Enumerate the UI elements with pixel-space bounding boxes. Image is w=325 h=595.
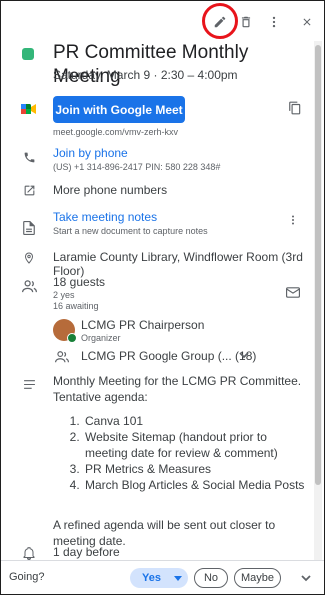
rsvp-maybe-label: Maybe xyxy=(240,572,275,584)
close-icon xyxy=(303,18,311,26)
rsvp-expand-icon[interactable] xyxy=(300,572,312,584)
event-toolbar xyxy=(1,1,324,41)
join-google-meet-button[interactable]: Join with Google Meet xyxy=(53,96,185,123)
location-pin-icon xyxy=(20,249,38,267)
join-by-phone-link[interactable]: Join by phone xyxy=(53,146,310,160)
more-options-button[interactable] xyxy=(264,12,284,32)
calendar-color-swatch xyxy=(22,48,34,60)
guests-awaiting: 16 awaiting xyxy=(53,301,99,311)
notes-more-icon[interactable] xyxy=(284,211,302,229)
phone-detail: (US) +1 314-896-2417 PIN: 580 228 348# xyxy=(53,162,221,172)
edit-event-button[interactable] xyxy=(210,12,230,32)
rsvp-footer: Going? Yes No Maybe xyxy=(1,560,324,594)
delete-event-button[interactable] xyxy=(236,12,256,32)
copy-icon[interactable] xyxy=(286,99,304,117)
accepted-check-icon xyxy=(67,333,77,343)
pencil-icon xyxy=(214,16,226,28)
external-link-icon xyxy=(20,181,38,199)
scrollbar-thumb[interactable] xyxy=(315,45,321,485)
event-details-panel: PR Committee Monthly Meeting Saturday, M… xyxy=(0,0,325,595)
guest-group[interactable]: LCMG PR Google Group (... (18) xyxy=(81,349,256,363)
rsvp-no-label: No xyxy=(203,572,219,584)
trash-icon xyxy=(241,16,251,28)
notes-detail: Start a new document to capture notes xyxy=(53,226,208,236)
email-guests-icon[interactable] xyxy=(284,283,302,301)
event-datetime: Saturday, March 9 · 2:30 – 4:00pm xyxy=(53,68,238,82)
guest-count: 18 guests xyxy=(53,275,106,289)
close-button[interactable] xyxy=(297,12,317,32)
phone-icon xyxy=(20,148,38,166)
rsvp-maybe-button[interactable]: Maybe xyxy=(234,568,281,588)
notes-doc-icon xyxy=(20,219,38,237)
rsvp-prompt: Going? xyxy=(9,571,45,583)
description-icon xyxy=(20,375,38,393)
guests-icon xyxy=(20,277,38,295)
description-intro: Monthly Meeting for the LCMG PR Committe… xyxy=(53,374,302,404)
google-meet-icon xyxy=(20,100,38,118)
more-vert-icon xyxy=(272,16,276,28)
rsvp-dropdown-icon[interactable] xyxy=(167,568,188,588)
agenda-item: Canva 101 xyxy=(83,413,308,429)
more-phone-numbers-link[interactable]: More phone numbers xyxy=(53,183,310,197)
take-meeting-notes-link[interactable]: Take meeting notes xyxy=(53,210,310,224)
organizer-role: Organizer xyxy=(81,333,121,343)
chevron-down-icon[interactable] xyxy=(237,348,251,362)
organizer-name[interactable]: LCMG PR Chairperson xyxy=(81,318,204,332)
agenda-item: Website Sitemap (handout prior to meetin… xyxy=(83,429,308,461)
agenda-item: March Blog Articles & Social Media Posts xyxy=(83,477,308,493)
group-icon xyxy=(53,348,71,366)
reminder-text: 1 day before xyxy=(53,545,120,559)
rsvp-yes-label: Yes xyxy=(142,572,161,584)
meet-url[interactable]: meet.google.com/vmv-zerh-kxv xyxy=(53,127,310,137)
event-description: Monthly Meeting for the LCMG PR Committe… xyxy=(53,373,308,549)
guests-yes: 2 yes xyxy=(53,290,75,300)
rsvp-no-button[interactable]: No xyxy=(194,568,228,588)
agenda-list: Canva 101 Website Sitemap (handout prior… xyxy=(83,413,308,493)
event-location[interactable]: Laramie County Library, Windflower Room … xyxy=(53,250,316,278)
agenda-item: PR Metrics & Measures xyxy=(83,461,308,477)
